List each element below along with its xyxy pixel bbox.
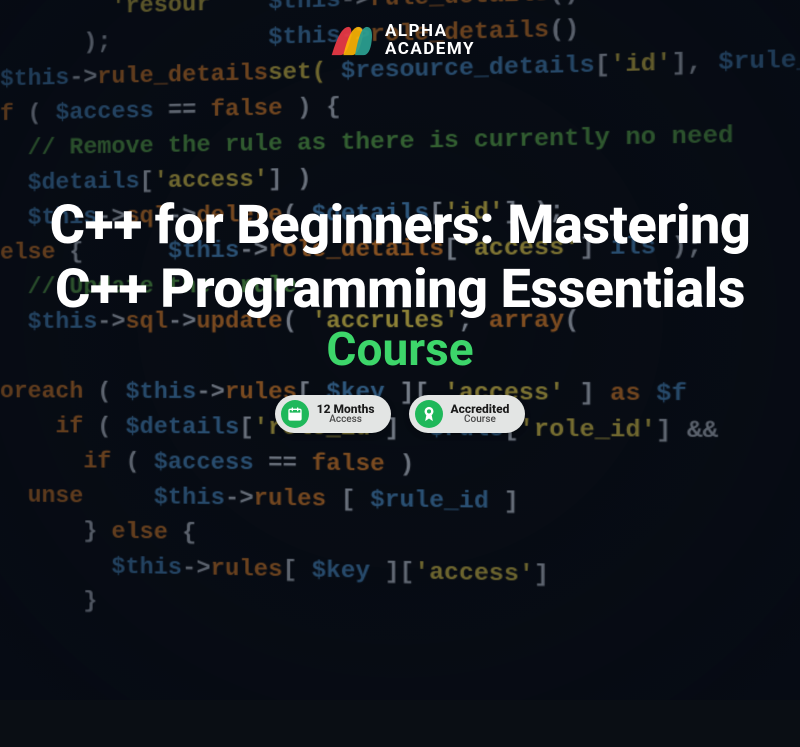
- badge-access-text: 12 Months Access: [317, 403, 375, 426]
- badge-accredited-text: Accredited Course: [451, 403, 510, 426]
- course-subtitle: Course: [20, 323, 780, 377]
- badge-accredited: Accredited Course: [409, 395, 526, 433]
- badge-access-line2: Access: [317, 415, 375, 426]
- brand-header: ALPHA ACADEMY: [325, 18, 475, 64]
- hero-section: C++ for Beginners: Mastering C++ Program…: [0, 194, 800, 433]
- course-title: C++ for Beginners: Mastering C++ Program…: [20, 194, 780, 321]
- alpha-logo-icon: [325, 18, 375, 64]
- badge-accredited-line2: Course: [451, 415, 510, 426]
- calendar-icon: [281, 400, 309, 428]
- content-layer: ALPHA ACADEMY C++ for Beginners: Masteri…: [0, 0, 800, 700]
- brand-name: ALPHA ACADEMY: [385, 23, 475, 59]
- badge-access: 12 Months Access: [275, 395, 391, 433]
- ribbon-icon: [415, 400, 443, 428]
- badge-row: 12 Months Access Accredited Course: [20, 395, 780, 433]
- brand-line2: ACADEMY: [385, 41, 475, 59]
